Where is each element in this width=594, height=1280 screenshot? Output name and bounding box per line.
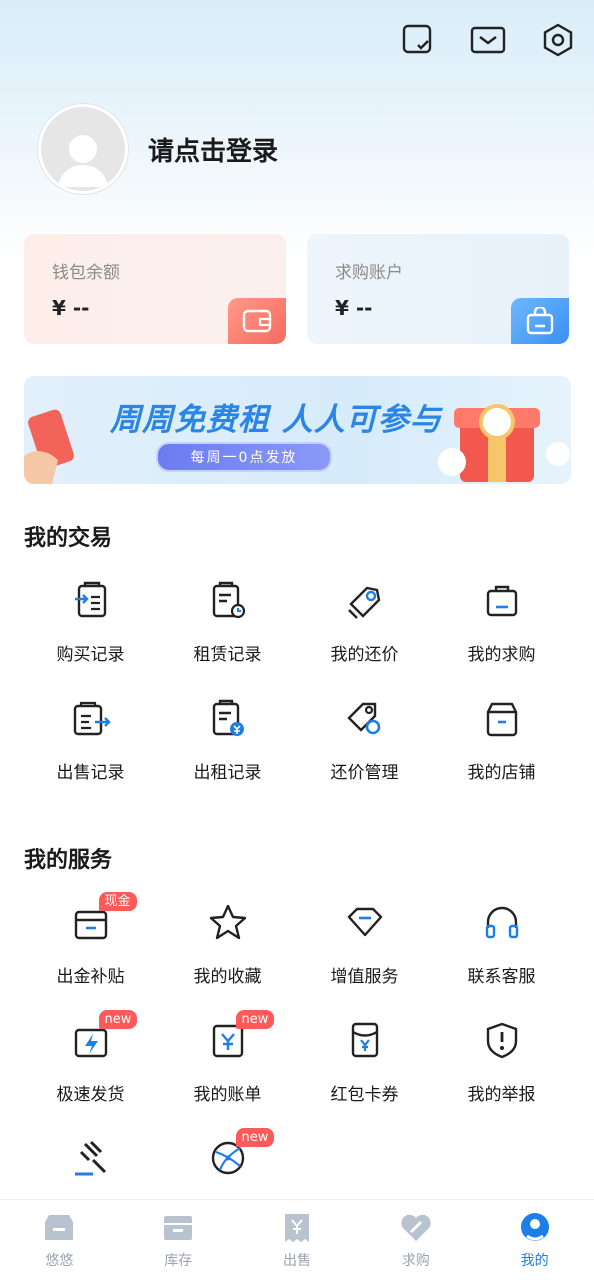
store-icon <box>482 698 522 738</box>
promo-banner[interactable]: 周周免费租 人人可参与 每周一0点发放 <box>24 376 571 484</box>
service-grid: 现金 出金补贴 我的收藏 增值服务 联系客服 new 极速发货 new 我的账单 红包卡券 我的举报… <box>22 888 570 1200</box>
hand-phone-icon <box>24 409 74 484</box>
report-icon <box>482 1020 522 1060</box>
avatar[interactable] <box>38 104 128 194</box>
message-icon[interactable] <box>470 22 506 58</box>
red-packet-icon <box>345 1020 385 1060</box>
inventory-tab-icon <box>160 1210 196 1246</box>
service-item-label: 红包卡券 <box>330 1085 399 1105</box>
purchase-account-value: ¥ -- <box>335 296 373 320</box>
settings-icon[interactable] <box>540 22 576 58</box>
headset-icon <box>482 902 522 942</box>
trade-section-title: 我的交易 <box>24 526 113 551</box>
trade-item[interactable]: 我的店铺 <box>433 684 570 802</box>
bottom-tab-bar: 悠悠 库存 出售 求购 我的 <box>0 1200 594 1280</box>
service-item[interactable]: new 极速发货 <box>22 1006 159 1124</box>
tab-label: 悠悠 <box>45 1253 74 1269</box>
diamond-icon <box>345 902 385 942</box>
service-item[interactable]: 联系客服 <box>433 888 570 1006</box>
service-item[interactable] <box>22 1124 159 1200</box>
counter-offer-icon <box>345 580 385 620</box>
badge: new <box>235 1128 275 1147</box>
tab-sell[interactable]: 出售 <box>238 1200 357 1280</box>
trade-item-label: 出售记录 <box>56 763 125 783</box>
service-item[interactable]: 增值服务 <box>296 888 433 1006</box>
tab-inventory[interactable]: 库存 <box>119 1200 238 1280</box>
my-request-icon <box>482 580 522 620</box>
profile-section[interactable]: 请点击登录 <box>38 104 278 194</box>
star-icon <box>208 902 248 942</box>
trade-item-label: 购买记录 <box>56 645 125 665</box>
trade-item[interactable]: 我的求购 <box>433 566 570 684</box>
trade-item[interactable]: 租赁记录 <box>159 566 296 684</box>
banner-title: 周周免费租 人人可参与 <box>110 402 442 438</box>
trade-item-label: 还价管理 <box>330 763 399 783</box>
badge: 现金 <box>98 892 137 911</box>
tab-label: 我的 <box>520 1253 549 1269</box>
service-item-label: 我的举报 <box>467 1085 536 1105</box>
offer-manage-icon <box>345 698 385 738</box>
service-item[interactable]: 我的举报 <box>433 1006 570 1124</box>
trade-grid: 购买记录 租赁记录 我的还价 我的求购出售记录 出租记录 还价管理 我的店铺 <box>22 566 570 802</box>
wallet-value: ¥ -- <box>52 296 90 320</box>
trade-item-label: 出租记录 <box>193 763 262 783</box>
service-item[interactable]: 现金出金补贴 <box>22 888 159 1006</box>
tab-shop[interactable]: 悠悠 <box>0 1200 119 1280</box>
sell-tab-icon <box>279 1210 315 1246</box>
gift-box-icon <box>438 404 570 482</box>
wallet-label: 钱包余额 <box>52 263 120 283</box>
purchase-account-card[interactable]: 求购账户 ¥ -- <box>307 234 569 344</box>
tab-label: 库存 <box>164 1253 193 1269</box>
subsidy-box-icon: 现金 <box>71 892 137 942</box>
service-section-title: 我的服务 <box>24 848 113 873</box>
trade-item[interactable]: 还价管理 <box>296 684 433 802</box>
service-item-label: 我的账单 <box>193 1085 262 1105</box>
service-item-label: 联系客服 <box>467 967 536 987</box>
wallet-icon <box>228 298 286 344</box>
wallet-balance-card[interactable]: 钱包余额 ¥ -- <box>24 234 286 344</box>
trade-item-label: 我的求购 <box>467 645 536 665</box>
login-prompt[interactable]: 请点击登录 <box>148 131 278 168</box>
trade-item-label: 我的店铺 <box>467 763 536 783</box>
tab-label: 求购 <box>401 1253 430 1269</box>
rental-record-icon <box>208 580 248 620</box>
top-toolbar <box>400 22 576 58</box>
tab-request[interactable]: 求购 <box>356 1200 475 1280</box>
trade-item-label: 租赁记录 <box>193 645 262 665</box>
bill-icon: new <box>208 1010 275 1060</box>
tab-mine[interactable]: 我的 <box>475 1200 594 1280</box>
service-item-label: 极速发货 <box>56 1085 125 1105</box>
trade-item-label: 我的还价 <box>330 645 399 665</box>
gavel-icon <box>71 1138 111 1178</box>
tab-label: 出售 <box>282 1253 311 1269</box>
purchase-account-label: 求购账户 <box>335 263 403 283</box>
service-item-label: 我的收藏 <box>193 967 262 987</box>
badge: new <box>235 1010 275 1029</box>
service-item-label: 出金补贴 <box>56 967 125 987</box>
service-item[interactable]: new <box>159 1124 296 1200</box>
sale-record-icon <box>71 698 111 738</box>
trade-item[interactable]: 出租记录 <box>159 684 296 802</box>
mine-tab-icon <box>517 1210 553 1246</box>
service-item[interactable]: new 我的账单 <box>159 1006 296 1124</box>
shopping-bag-icon <box>511 298 569 344</box>
service-item-label: 增值服务 <box>330 967 399 987</box>
fast-ship-icon: new <box>71 1010 138 1060</box>
banner-subtitle: 每周一0点发放 <box>156 442 332 472</box>
globe-icon: new <box>208 1128 275 1178</box>
trade-item[interactable]: 我的还价 <box>296 566 433 684</box>
shop-tab-icon <box>41 1210 77 1246</box>
badge: new <box>98 1010 138 1029</box>
lease-record-icon <box>208 698 248 738</box>
trade-item[interactable]: 购买记录 <box>22 566 159 684</box>
request-tab-icon <box>398 1210 434 1246</box>
trade-item[interactable]: 出售记录 <box>22 684 159 802</box>
checkin-icon[interactable] <box>400 22 436 58</box>
service-item[interactable]: 我的收藏 <box>159 888 296 1006</box>
purchase-record-icon <box>71 580 111 620</box>
service-item[interactable]: 红包卡券 <box>296 1006 433 1124</box>
